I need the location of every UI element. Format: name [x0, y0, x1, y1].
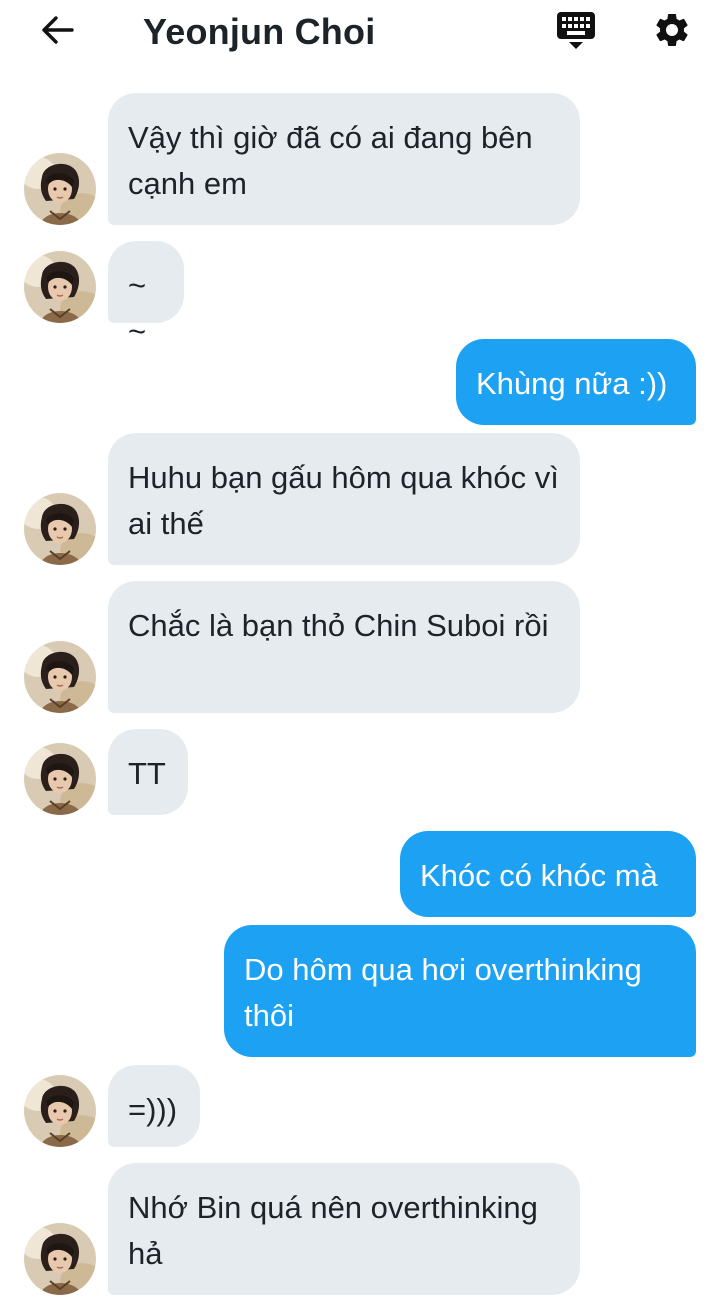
- message-bubble-incoming[interactable]: =))): [108, 1065, 200, 1147]
- avatar[interactable]: [24, 493, 96, 565]
- message-bubble-incoming[interactable]: Nhớ Bin quá nên overthinking hả: [108, 1163, 580, 1295]
- avatar[interactable]: [24, 641, 96, 713]
- avatar[interactable]: [24, 1075, 96, 1147]
- keyboard-icon: [555, 9, 597, 56]
- back-button[interactable]: [34, 12, 78, 52]
- page-title: Yeonjun Choi: [143, 11, 376, 52]
- message-bubble-incoming[interactable]: Chắc là bạn thỏ Chin Suboi rồi: [108, 581, 580, 713]
- chat-header: Yeonjun Choi: [0, 0, 720, 66]
- settings-button[interactable]: [648, 8, 696, 56]
- gear-icon: [652, 10, 692, 55]
- keyboard-button[interactable]: [552, 8, 600, 56]
- message-bubble-incoming[interactable]: TT: [108, 729, 188, 815]
- message-bubble-incoming[interactable]: Vậy thì giờ đã có ai đang bên cạnh em: [108, 93, 580, 225]
- avatar[interactable]: [24, 1223, 96, 1295]
- message-bubble-outgoing[interactable]: Khóc có khóc mà: [400, 831, 696, 917]
- arrow-left-icon: [38, 14, 74, 51]
- message-bubble-outgoing[interactable]: Khùng nữa :)): [456, 339, 696, 425]
- message-bubble-outgoing[interactable]: Do hôm qua hơi overthinking thôi: [224, 925, 696, 1057]
- message-bubble-incoming[interactable]: ~~: [108, 241, 184, 349]
- avatar[interactable]: [24, 251, 96, 323]
- avatar[interactable]: [24, 743, 96, 815]
- avatar[interactable]: [24, 153, 96, 225]
- message-bubble-incoming[interactable]: Huhu bạn gấu hôm qua khóc vì ai thế: [108, 433, 580, 565]
